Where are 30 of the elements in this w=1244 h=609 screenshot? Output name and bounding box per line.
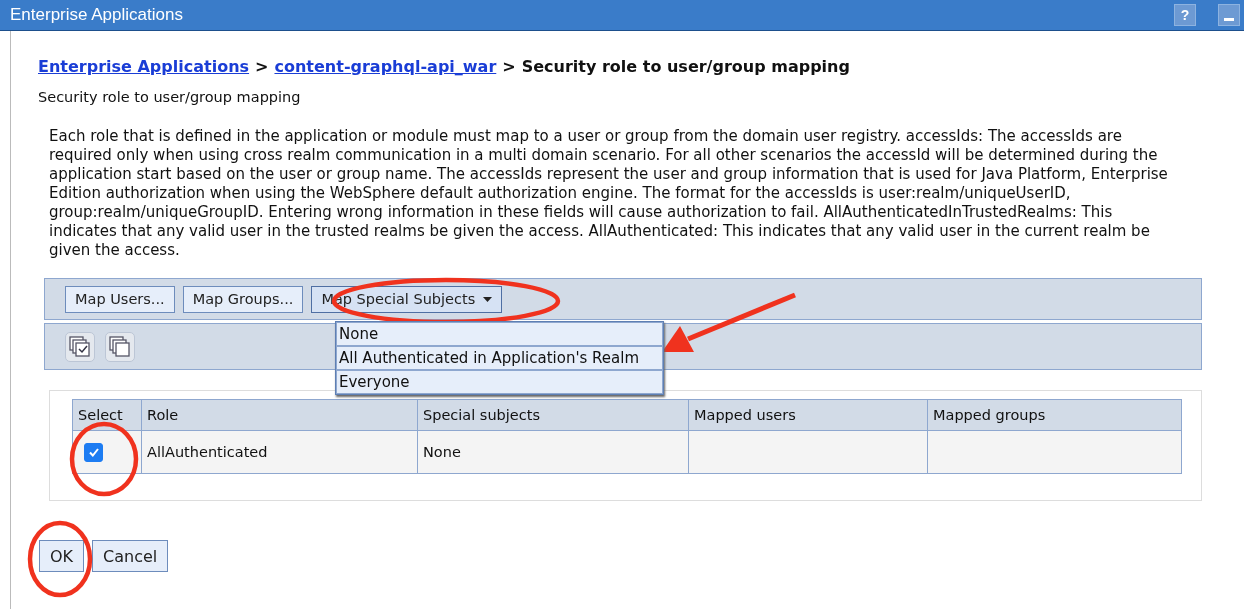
breadcrumb-link[interactable]: Enterprise Applications [38, 57, 250, 76]
minimize-button[interactable] [1218, 4, 1240, 26]
form-button[interactable]: Cancel [92, 540, 169, 572]
select-all-icon [68, 334, 92, 359]
row-checkbox[interactable] [84, 442, 103, 462]
select-all-button[interactable] [65, 331, 95, 362]
table-cell: None [417, 430, 689, 474]
breadcrumb-link[interactable]: content-graphql-api_war [274, 57, 497, 76]
column-header: Select [72, 399, 142, 431]
map-button[interactable]: Map Users... [65, 285, 175, 313]
breadcrumb-current: Security role to user/group mapping [521, 57, 850, 76]
menu-item[interactable]: Everyone [336, 370, 663, 394]
map-button[interactable]: Map Groups... [182, 285, 304, 313]
breadcrumb-separator: > [255, 57, 269, 76]
column-header: Mapped groups [927, 399, 1182, 431]
table-cell: AllAuthenticated [141, 430, 418, 474]
breadcrumb-separator: > [502, 57, 516, 76]
window-title: Enterprise Applications [9, 5, 183, 25]
menu-item[interactable]: None [336, 322, 663, 346]
caret-icon [483, 296, 493, 302]
deselect-all-icon [108, 334, 132, 359]
column-header: Special subjects [417, 399, 689, 431]
description-text: Each role that is defined in the application or module must map to a user or group from the domain user registry. accessIds: The accessIds are required only when using cross realm communication in a multi domain scenario. For all other scenarios the accessId will be determined during the application start based on the user or group name. The accessIds represent the user and group information that is used for Java Platform, Enterprise Edition authorization when using the WebSphere default authorization engine. The format for the accessIds is user:realm/uniqueUserID, group:realm/uniqueGroupID. Entering wrong information in these fields will cause authorization to fail. AllAuthenticatedInTrustedRealms: This indicates that any valid user in the trusted realms be given the access. AllAuthenticated: This indicates that any valid user in the current realm be given the access. [49, 127, 1169, 260]
checkmark-icon [88, 447, 99, 457]
page-subtitle: Security role to user/group mapping [38, 89, 302, 105]
deselect-all-button[interactable] [105, 331, 135, 362]
menu-item[interactable]: All Authenticated in Application's Realm [336, 346, 663, 370]
column-header: Mapped users [688, 399, 928, 431]
form-button[interactable]: OK [39, 540, 85, 572]
column-header: Role [141, 399, 418, 431]
